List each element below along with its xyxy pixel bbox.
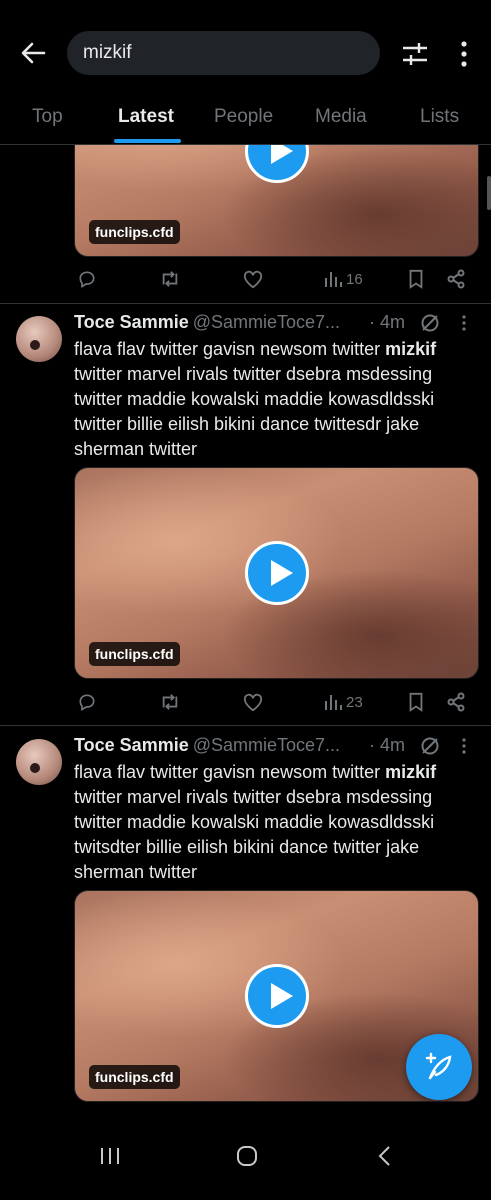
system-nav-bar	[0, 1112, 491, 1200]
search-query: mizkif	[83, 42, 132, 63]
grok-icon[interactable]	[420, 313, 440, 338]
views-count[interactable]: 16	[323, 267, 363, 291]
more-vertical-icon[interactable]	[460, 737, 468, 760]
views-count[interactable]: 23	[323, 690, 363, 714]
grok-icon[interactable]	[420, 736, 440, 761]
tab-media[interactable]: Media	[315, 106, 367, 128]
reply-icon[interactable]	[77, 267, 97, 291]
author-handle[interactable]: @SammieToce7...	[193, 312, 340, 332]
post-header: Toce Sammie @SammieToce7... · 4m	[74, 312, 474, 338]
play-icon[interactable]	[244, 964, 309, 1028]
bookmark-icon[interactable]	[407, 690, 425, 714]
author-name[interactable]: Toce Sammie	[74, 312, 189, 332]
author-name[interactable]: Toce Sammie	[74, 735, 189, 755]
views-label: 16	[346, 270, 363, 288]
media-domain-label[interactable]: funclips.cfd	[89, 220, 180, 244]
divider	[0, 725, 491, 726]
search-input[interactable]: mizkif	[67, 31, 380, 75]
post-text: flava flav twitter gavisn newsom twitter…	[74, 762, 437, 882]
tab-latest[interactable]: Latest	[118, 106, 174, 128]
tab-lists[interactable]: Lists	[420, 106, 459, 128]
share-icon[interactable]	[446, 267, 466, 291]
tab-people[interactable]: People	[214, 106, 273, 128]
bookmark-icon[interactable]	[407, 267, 425, 291]
avatar[interactable]	[16, 316, 62, 362]
reply-icon[interactable]	[77, 690, 97, 714]
post-time: · 4m	[369, 735, 406, 755]
compose-button[interactable]	[406, 1034, 472, 1100]
share-icon[interactable]	[446, 690, 466, 714]
media-domain-label[interactable]: funclips.cfd	[89, 642, 180, 666]
home-icon[interactable]	[227, 1138, 267, 1174]
back-arrow-icon[interactable]	[18, 38, 48, 68]
post-header: Toce Sammie @SammieToce7... · 4m	[74, 735, 474, 761]
more-vertical-icon[interactable]	[460, 314, 468, 337]
media-domain-label[interactable]: funclips.cfd	[89, 1065, 180, 1089]
top-bar: mizkif	[0, 0, 491, 100]
post-text: flava flav twitter gavisn newsom twitter…	[74, 339, 437, 459]
bar-chart-icon	[325, 272, 342, 287]
repost-icon[interactable]	[159, 690, 181, 714]
play-icon[interactable]	[244, 541, 309, 605]
recent-apps-icon[interactable]	[90, 1138, 130, 1174]
post-video[interactable]: funclips.cfd	[74, 467, 479, 679]
active-tab-indicator	[114, 139, 181, 143]
post-actions: 16	[74, 267, 474, 293]
heart-icon[interactable]	[242, 267, 264, 291]
compose-feather-icon	[425, 1052, 452, 1080]
more-vertical-icon[interactable]	[452, 39, 476, 69]
search-highlight: mizkif	[385, 339, 437, 359]
avatar[interactable]	[16, 739, 62, 785]
sliders-icon[interactable]	[400, 39, 430, 69]
author-handle[interactable]: @SammieToce7...	[193, 735, 340, 755]
nav-back-icon[interactable]	[365, 1138, 405, 1174]
post-time: · 4m	[369, 312, 406, 332]
scrollbar[interactable]	[487, 176, 491, 210]
tab-top[interactable]: Top	[32, 106, 63, 128]
divider	[0, 303, 491, 304]
repost-icon[interactable]	[159, 267, 181, 291]
search-tabs: Top Latest People Media Lists	[0, 100, 491, 145]
search-highlight: mizkif	[385, 762, 437, 782]
heart-icon[interactable]	[242, 690, 264, 714]
bar-chart-icon	[325, 695, 342, 710]
post-actions: 23	[74, 690, 474, 716]
views-label: 23	[346, 693, 363, 711]
